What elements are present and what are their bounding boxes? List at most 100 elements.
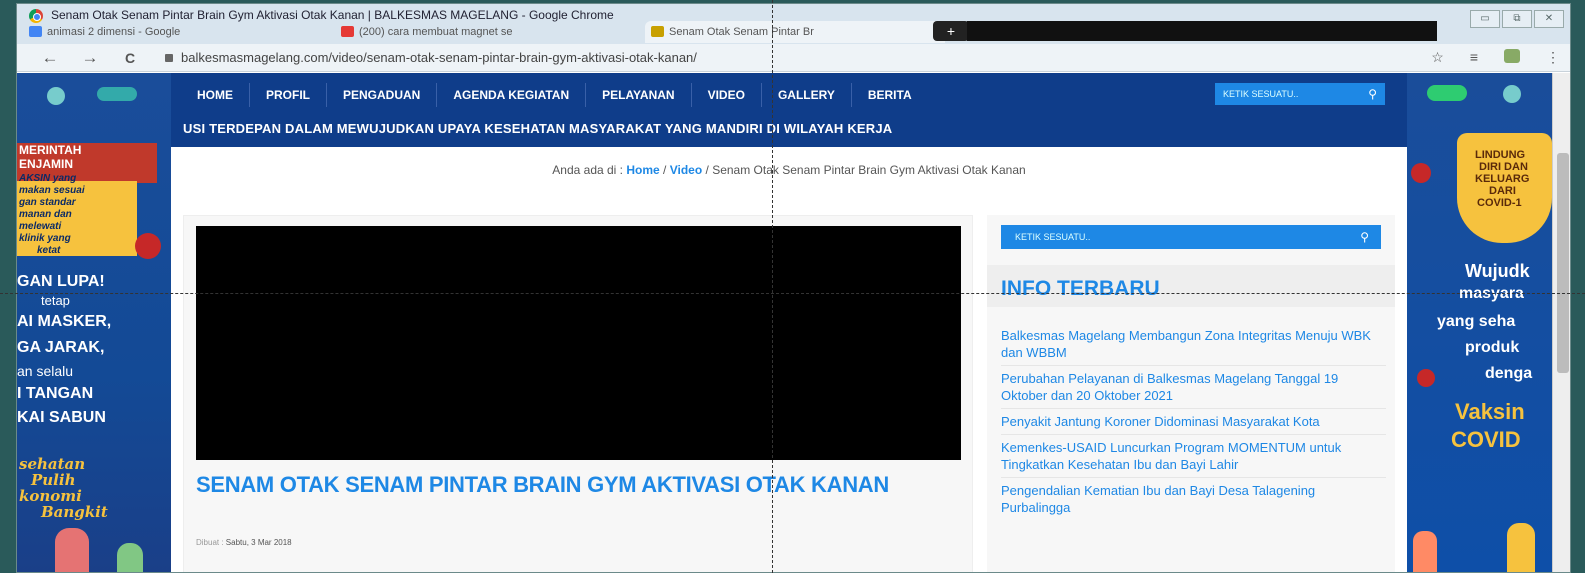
crosshair-horizontal [0, 293, 1585, 294]
tab-label: animasi 2 dimensi - Google [47, 26, 181, 38]
menu-icon[interactable]: ⋮ [1546, 49, 1560, 66]
date-value: Sabtu, 3 Mar 2018 [225, 538, 292, 547]
ad-line: COVID-1 [1477, 197, 1522, 209]
tab-label: (200) cara membuat magnet se [359, 26, 513, 38]
menu-berita[interactable]: BERITA [852, 83, 928, 107]
ad-line: GAN LUPA! [17, 273, 105, 290]
ad-line: AKSIN yang [19, 173, 77, 184]
menu-video[interactable]: VIDEO [692, 83, 762, 107]
google-icon [29, 26, 42, 37]
sidebar: KETIK SESUATU.. ⚲ INFO TERBARU Balkesmas… [987, 215, 1395, 572]
main-content: Anda ada di : Home / Video / Senam Otak … [171, 147, 1407, 572]
menu-agenda-kegiatan[interactable]: AGENDA KEGIATAN [437, 83, 587, 107]
date-label: Dibuat : [196, 538, 226, 547]
bookmark-star-icon[interactable]: ☆ [1431, 49, 1444, 66]
url-text: balkesmasmagelang.com/video/senam-otak-s… [181, 50, 697, 65]
post-container: SENAM OTAK SENAM PINTAR BRAIN GYM AKTIVA… [183, 215, 973, 572]
news-link[interactable]: Pengendalian Kematian Ibu dan Bayi Desa … [1001, 478, 1386, 520]
menu-pengaduan[interactable]: PENGADUAN [327, 83, 438, 107]
tab-youtube[interactable]: (200) cara membuat magnet se [335, 21, 635, 43]
post-date: Dibuat : Sabtu, 3 Mar 2018 [196, 538, 292, 547]
header-search-input[interactable]: KETIK SESUATU.. ⚲ [1215, 83, 1385, 105]
main-menu: HOME PROFIL PENGADUAN AGENDA KEGIATAN PE… [181, 73, 928, 117]
breadcrumb-video-link[interactable]: Video [670, 163, 702, 177]
search-icon[interactable]: ⚲ [1360, 225, 1369, 249]
breadcrumb-home-link[interactable]: Home [626, 163, 659, 177]
logo-icon [1503, 85, 1521, 103]
title-bar: Senam Otak Senam Pintar Brain Gym Aktiva… [17, 4, 1570, 44]
ad-line: GA JARAK, [17, 339, 105, 356]
new-tab-button[interactable]: + [933, 21, 969, 41]
left-banner-ad[interactable]: MERINTAH ENJAMIN AKSIN yang makan sesuai… [17, 73, 171, 572]
ad-line: yang seha [1437, 313, 1516, 330]
crosshair-vertical [772, 0, 773, 573]
address-bar[interactable]: balkesmasmagelang.com/video/senam-otak-s… [165, 48, 1395, 68]
search-placeholder: KETIK SESUATU.. [1015, 232, 1091, 242]
ad-line: DARI [1489, 185, 1516, 197]
right-banner-ad[interactable]: LINDUNG DIRI DAN KELUARG DARI COVID-1 Wu… [1407, 73, 1552, 572]
news-link[interactable]: Kemenkes-USAID Luncurkan Program MOMENTU… [1001, 435, 1386, 478]
extension-icon[interactable]: ≡ [1470, 49, 1478, 66]
close-button[interactable]: ✕ [1534, 10, 1564, 28]
ad-line: Wujudk [1465, 261, 1530, 281]
lock-icon [165, 54, 173, 62]
page-scrollbar[interactable] [1552, 73, 1570, 572]
ad-line: melewati [19, 221, 62, 232]
ad-line: ENJAMIN [19, 157, 74, 171]
menu-home[interactable]: HOME [181, 83, 250, 107]
breadcrumb-current: Senam Otak Senam Pintar Brain Gym Aktiva… [712, 163, 1026, 177]
video-player[interactable] [196, 226, 961, 460]
web-page: MERINTAH ENJAMIN AKSIN yang makan sesuai… [17, 73, 1570, 572]
menu-gallery[interactable]: GALLERY [762, 83, 852, 107]
window-title: Senam Otak Senam Pintar Brain Gym Aktiva… [51, 8, 614, 22]
ad-virus-icon [1411, 163, 1431, 183]
ad-line: KAI SABUN [17, 409, 106, 426]
news-link[interactable]: Penyakit Jantung Koroner Didominasi Masy… [1001, 409, 1386, 435]
ad-line: Bangkit [41, 503, 108, 521]
reload-button[interactable]: C [119, 50, 141, 66]
breadcrumb: Anda ada di : Home / Video / Senam Otak … [171, 163, 1407, 177]
ad-line: an selalu [17, 363, 74, 379]
back-button[interactable]: ← [39, 48, 61, 68]
breadcrumb-prefix: Anda ada di : [552, 163, 627, 177]
news-list: Balkesmas Magelang Membangun Zona Integr… [1001, 323, 1386, 520]
ad-line: Vaksin [1455, 399, 1525, 424]
tab-strip-bar [967, 21, 1437, 41]
running-text: USI TERDEPAN DALAM MEWUJUDKAN UPAYA KESE… [183, 121, 893, 136]
germas-logo [97, 87, 137, 101]
window-controls: ▭ ⧉ ✕ [1470, 10, 1564, 28]
ad-line: DIRI DAN [1479, 161, 1528, 173]
person-figure-icon [1507, 523, 1535, 572]
forward-button[interactable]: → [79, 48, 101, 68]
menu-profil[interactable]: PROFIL [250, 83, 327, 107]
news-link[interactable]: Balkesmas Magelang Membangun Zona Integr… [1001, 323, 1386, 366]
ad-virus-icon [135, 233, 161, 259]
ad-line: klinik yang [19, 233, 71, 244]
tab-label: Senam Otak Senam Pintar Br [669, 26, 814, 38]
scrollbar-thumb[interactable] [1557, 153, 1569, 373]
tab-active[interactable]: Senam Otak Senam Pintar Br [645, 21, 945, 43]
tab-google[interactable]: animasi 2 dimensi - Google [23, 21, 323, 43]
sidebar-search-input[interactable]: KETIK SESUATU.. ⚲ [1001, 225, 1381, 249]
ad-line: COVID [1451, 427, 1521, 452]
ad-line: MERINTAH [19, 143, 82, 157]
search-icon[interactable]: ⚲ [1368, 83, 1377, 105]
person-figure-icon [117, 543, 143, 572]
breadcrumb-separator: / [702, 163, 713, 177]
ad-line: gan standar [19, 197, 76, 208]
ad-line: masyara [1459, 285, 1524, 302]
ad-line: LINDUNG [1475, 149, 1526, 161]
maximize-button[interactable]: ⧉ [1502, 10, 1532, 28]
menu-pelayanan[interactable]: PELAYANAN [586, 83, 692, 107]
ad-virus-icon [1417, 369, 1435, 387]
post-title: SENAM OTAK SENAM PINTAR BRAIN GYM AKTIVA… [196, 472, 889, 497]
breadcrumb-separator: / [659, 163, 670, 177]
ad-line: produk [1465, 339, 1520, 356]
profile-icon[interactable] [1504, 49, 1520, 63]
minimize-button[interactable]: ▭ [1470, 10, 1500, 28]
news-link[interactable]: Perubahan Pelayanan di Balkesmas Magelan… [1001, 366, 1386, 409]
ad-line: ketat [37, 245, 61, 256]
ad-line: KELUARG [1475, 173, 1530, 185]
youtube-icon [341, 26, 354, 37]
ad-line: manan dan [19, 209, 72, 220]
